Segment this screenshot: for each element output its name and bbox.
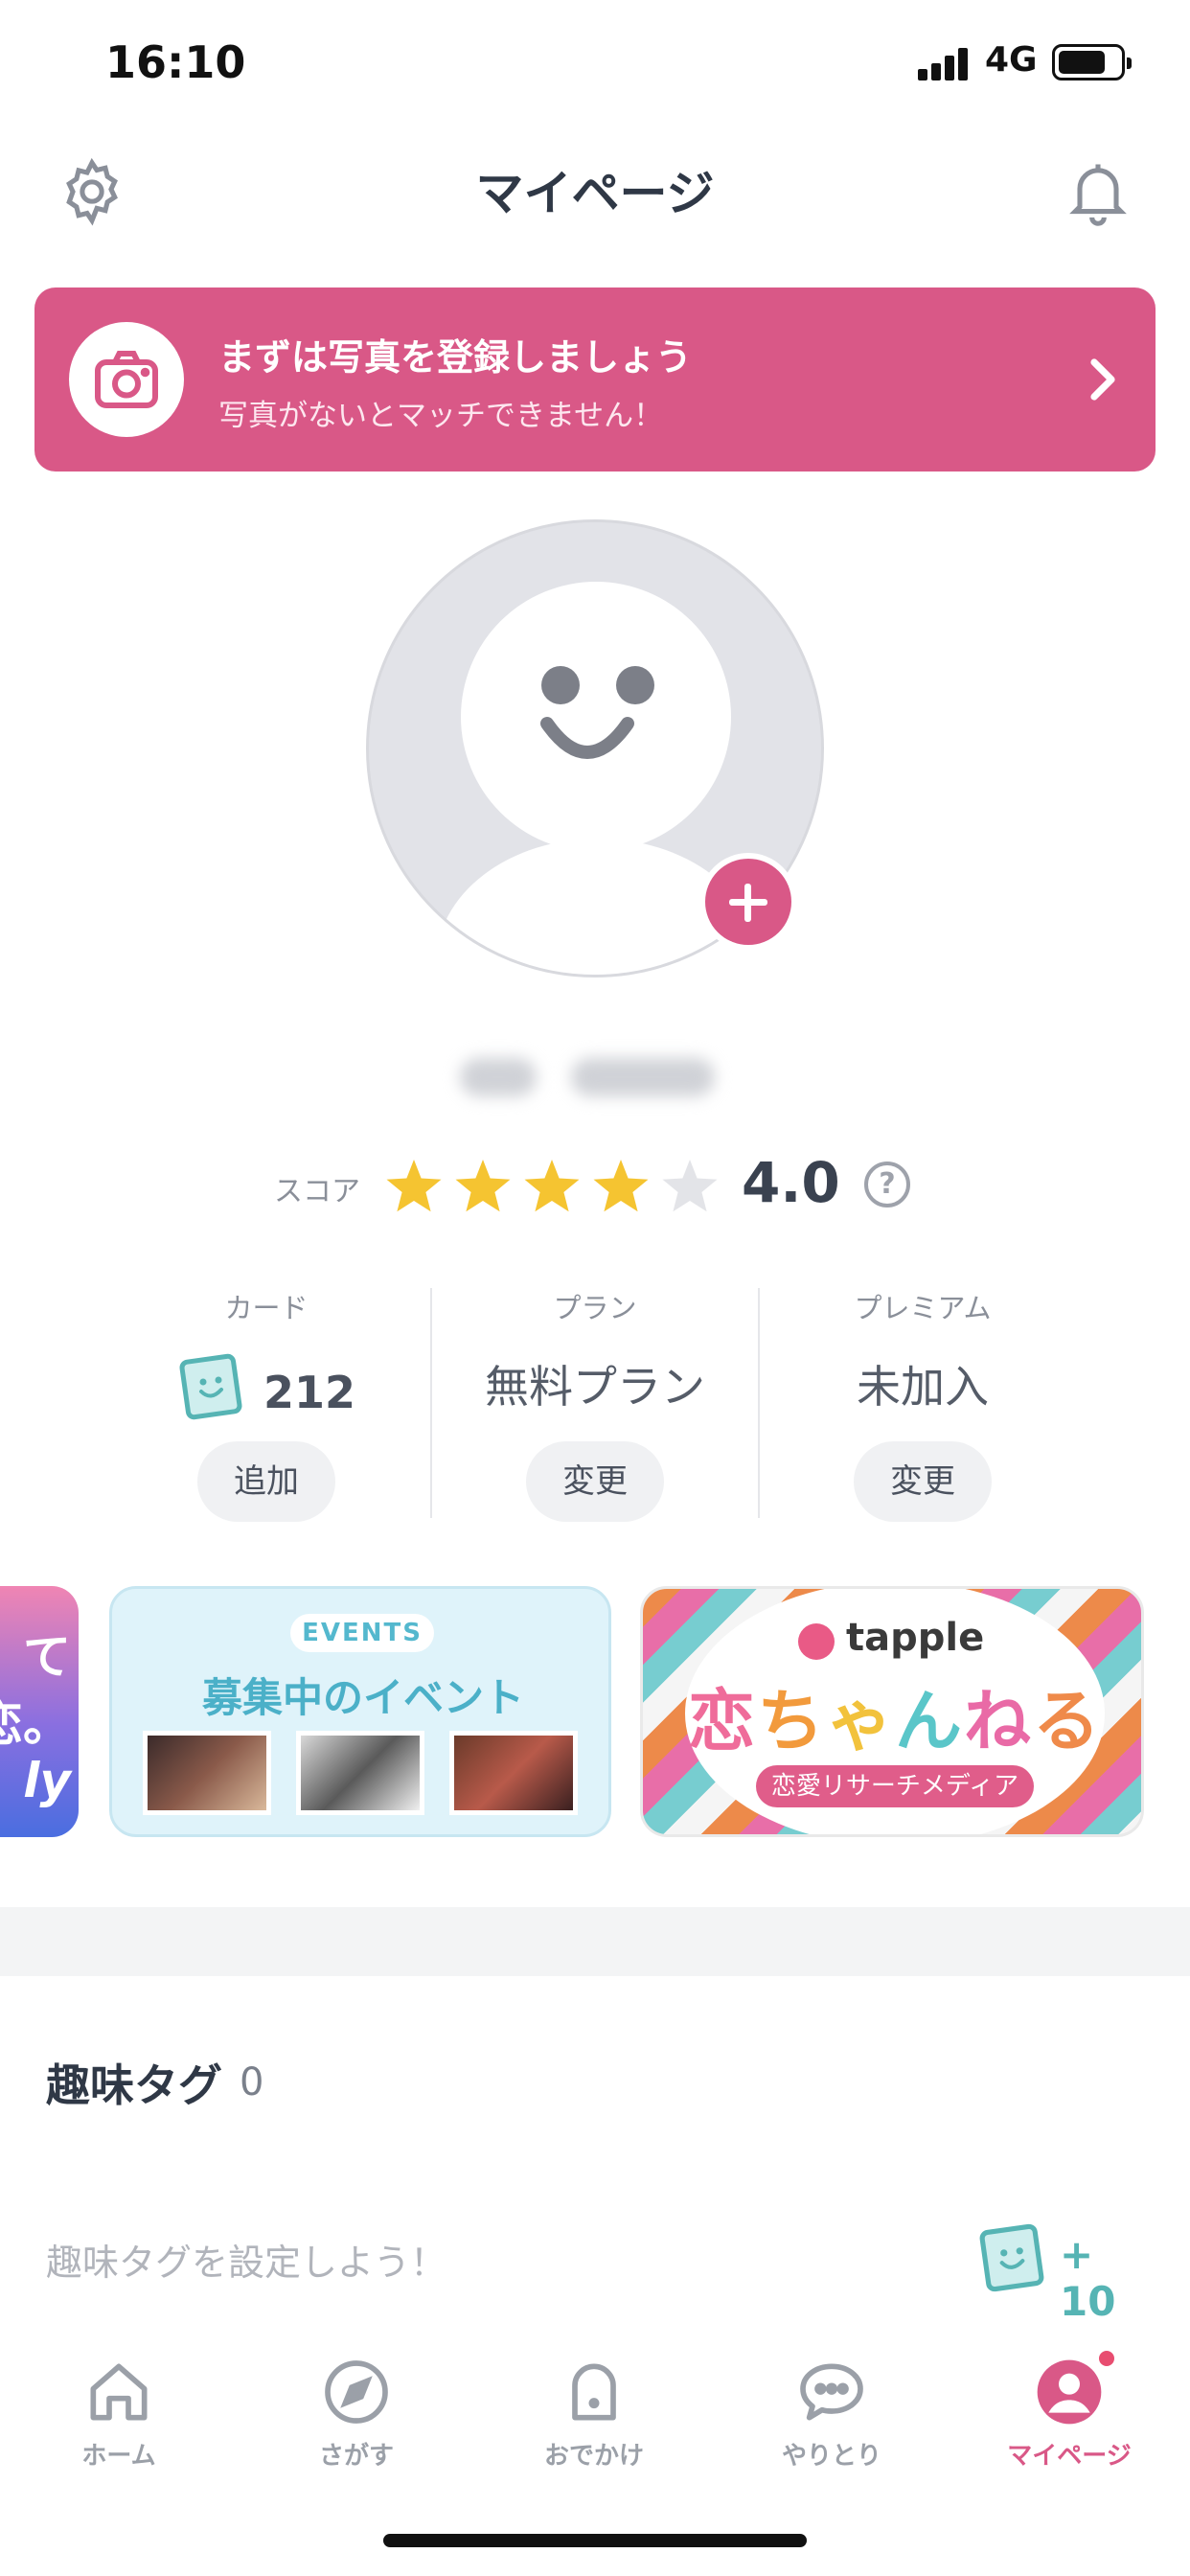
tapple-tag: 恋愛リサーチメディア [756,1765,1034,1807]
avatar-smile [540,717,634,759]
camera-icon [69,322,184,437]
premium-header: プレミアム [854,1292,992,1324]
tapple-logo-icon [798,1623,835,1660]
tab-label: さがす [318,2442,394,2471]
tab-mypage[interactable]: マイページ [950,2348,1188,2472]
star-filled-icon [593,1160,649,1212]
compass-icon [318,2354,395,2430]
tab-label: やりとり [781,2442,881,2471]
page-title: マイページ [475,166,715,221]
stat-plan: プラン 無料プラン 変更 [432,1275,758,1533]
banner-title: まずは写真を登録しましょう [218,336,693,379]
stats-section: カード 212 追加 プラン 無料プラン 変更 プレミアム 未加入 変更 [0,1275,1190,1533]
help-icon[interactable]: ? [864,1162,910,1208]
ghost-icon [556,2354,632,2430]
hobby-reward: + 10 [977,2223,1150,2325]
tab-messages[interactable]: やりとり [713,2354,950,2472]
network-type: 4G [985,40,1038,80]
score-label: スコア [274,1175,360,1208]
avatar-eye [541,666,580,704]
tapple-media-promo-card[interactable]: tapple 恋ちゃんねる 恋愛リサーチメディア [640,1586,1144,1837]
tab-label: ホーム [81,2442,156,2471]
status-bar: 16:10 4G [0,0,1190,134]
plan-header: プラン [553,1292,637,1324]
events-pill: EVENTS [290,1614,434,1652]
page-header: マイページ [0,134,1190,240]
tab-outing[interactable]: おでかけ [475,2354,713,2472]
premium-value: 未加入 [857,1361,989,1413]
card-count: 212 [263,1367,356,1418]
change-premium-button[interactable]: 変更 [854,1441,992,1522]
profile-icon [1031,2348,1117,2430]
star-filled-icon [524,1160,580,1212]
chat-bubble-icon [793,2354,870,2430]
event-photo [296,1731,424,1815]
home-icon [80,2354,157,2430]
register-photo-banner[interactable]: まずは写真を登録しましょう 写真がないとマッチできません！ [34,288,1156,472]
plan-value: 無料プラン [485,1361,705,1413]
star-rating [381,1154,726,1225]
status-time: 16:10 [105,36,246,88]
blurred-username [448,1045,736,1112]
hobby-tags-hint[interactable]: 趣味タグを設定しよう！ [46,2233,446,2286]
events-promo-card[interactable]: EVENTS 募集中のイベント [109,1586,611,1837]
star-filled-icon [386,1160,442,1212]
tab-label: おでかけ [543,2442,644,2471]
notification-badge [1096,2348,1117,2369]
hobby-tags-count: 0 [240,2060,264,2104]
add-card-button[interactable]: 追加 [197,1441,335,1522]
stat-premium: プレミアム 未加入 変更 [760,1275,1086,1533]
score-value: 4.0 [742,1150,840,1215]
card-header: カード [224,1292,309,1324]
koi-channel-title: 恋ちゃんねる [688,1682,1102,1760]
hobby-tags-title: 趣味タグ [46,2059,222,2111]
tab-label: マイページ [1007,2442,1132,2471]
notification-bell-icon[interactable] [1062,155,1134,228]
avatar-eye [616,666,654,704]
chevron-right-icon [1088,356,1117,406]
change-plan-button[interactable]: 変更 [526,1441,664,1522]
event-photo [449,1731,578,1815]
battery-icon [1052,44,1132,80]
promo-card-partial[interactable]: て 恋。 ly [0,1586,79,1837]
add-photo-button[interactable] [699,853,797,951]
events-title: 募集中のイベント [201,1674,524,1721]
home-indicator [383,2534,807,2547]
card-icon [177,1353,244,1438]
section-separator [0,1907,1190,1976]
card-icon [979,2223,1044,2292]
event-photo [143,1731,271,1815]
star-empty-icon [662,1160,718,1212]
star-filled-icon [455,1160,511,1212]
banner-subtitle: 写真がないとマッチできません！ [218,399,664,433]
stat-card: カード 212 追加 [103,1275,429,1533]
signal-icon [918,46,972,80]
tab-home[interactable]: ホーム [0,2354,238,2472]
tapple-brand: tapple [846,1616,985,1660]
tab-search[interactable]: さがす [238,2354,475,2472]
reward-amount: + 10 [1060,2231,1116,2325]
score-row: スコア 4.0 ? [0,1150,1190,1227]
